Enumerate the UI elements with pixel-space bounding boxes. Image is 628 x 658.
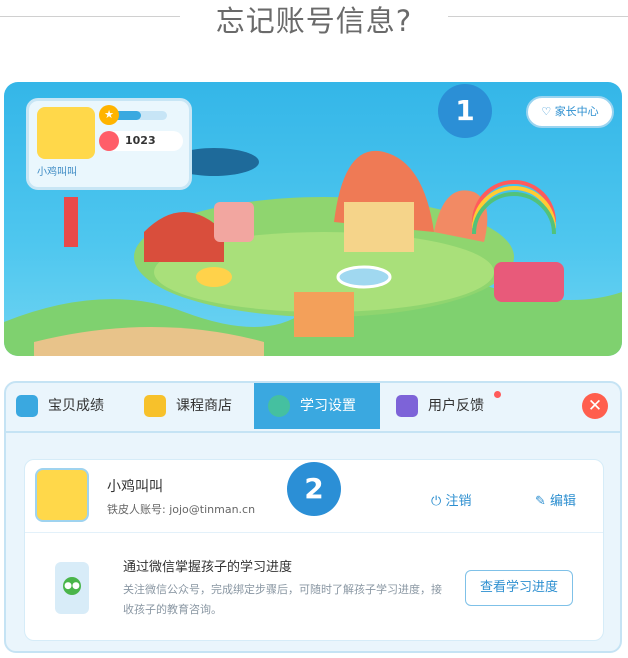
- close-button[interactable]: ✕: [582, 393, 608, 419]
- parent-center-label: 家长中心: [554, 105, 599, 118]
- page-title-row: 忘记账号信息?: [0, 0, 628, 40]
- logout-label: 注销: [445, 494, 472, 509]
- coin-counter: 1023: [99, 131, 183, 151]
- tab-study-settings[interactable]: 学习设置: [254, 383, 380, 429]
- close-icon: ✕: [587, 396, 603, 416]
- step-marker-1: 1: [438, 84, 492, 138]
- user-name: 小鸡叫叫: [107, 479, 163, 495]
- coin-count: 1023: [125, 134, 156, 147]
- parent-center-button[interactable]: ♡ 家长中心: [526, 96, 614, 128]
- notification-dot: [494, 391, 501, 398]
- edit-button[interactable]: ✎ 编辑: [535, 490, 576, 509]
- star-level-icon: ★: [99, 105, 119, 125]
- wechat-icon: ●●: [63, 577, 81, 595]
- phone-icon: ●●: [55, 562, 89, 614]
- pad: [336, 265, 392, 289]
- game-map: 小鸡叫叫 ★ 1023 ♡ 家长中心 1: [4, 82, 622, 356]
- wechat-title: 通过微信掌握孩子的学习进度: [123, 560, 293, 575]
- profile-name: 小鸡叫叫: [37, 167, 77, 178]
- user-account: 铁皮人账号: jojo@tinman.cn: [107, 503, 256, 516]
- profile-card[interactable]: 小鸡叫叫 ★ 1023: [26, 98, 192, 190]
- house: [344, 202, 414, 252]
- avatar: [35, 468, 89, 522]
- settings-panel: 宝贝成绩 课程商店 学习设置 用户反馈 ✕ 小鸡叫叫 铁皮人账号: jojo@t…: [4, 381, 622, 653]
- user-card: 小鸡叫叫 铁皮人账号: jojo@tinman.cn 2 ⏻ 注销 ✎ 编辑 ●…: [24, 459, 604, 641]
- pig-character: [214, 202, 254, 242]
- shopping-bag-icon: [144, 395, 166, 417]
- lollipop-coin-icon: [99, 131, 119, 151]
- chick-avatar: [37, 107, 95, 159]
- feedback-icon: [396, 395, 418, 417]
- view-progress-button[interactable]: 查看学习进度: [465, 570, 573, 606]
- tab-bar: 宝贝成绩 课程商店 学习设置 用户反馈 ✕: [6, 383, 620, 433]
- tab-course-store[interactable]: 课程商店: [144, 383, 262, 429]
- power-icon: ⏻: [431, 494, 442, 509]
- gear-icon: [268, 395, 290, 417]
- edit-label: 编辑: [550, 494, 577, 509]
- lighthouse: [64, 197, 78, 247]
- heart-icon: ♡: [541, 105, 552, 118]
- tab-baby-score[interactable]: 宝贝成绩: [16, 383, 134, 429]
- cat-house: [494, 262, 564, 302]
- pencil-icon: ✎: [535, 494, 546, 509]
- mushroom-house: [294, 292, 354, 337]
- logout-button[interactable]: ⏻ 注销: [431, 490, 471, 509]
- report-icon: [16, 395, 38, 417]
- divider: [25, 532, 603, 533]
- step-marker-2: 2: [287, 462, 341, 516]
- play-button: [196, 267, 232, 287]
- tab-user-feedback[interactable]: 用户反馈: [396, 383, 514, 429]
- page-title: 忘记账号信息?: [215, 4, 413, 38]
- wechat-description: 关注微信公众号，完成绑定步骤后，可随时了解孩子学习进度，接收孩子的教育咨询。: [123, 583, 442, 616]
